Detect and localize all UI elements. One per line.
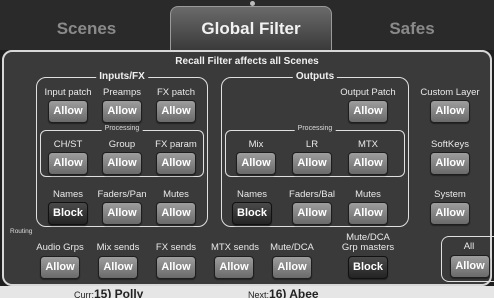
faders-pan-label: Faders/Pan (97, 189, 147, 200)
audio-grps-label: Audio Grps (36, 242, 84, 253)
preamps-label: Preamps (102, 87, 141, 98)
outputs-processing-title: Processing (294, 125, 336, 132)
tab-global-filter[interactable]: Global Filter (170, 6, 332, 50)
inputs-processing-title: Processing (101, 125, 143, 132)
input-names-label: Names (52, 189, 84, 200)
active-tab-indicator (250, 1, 255, 6)
current-scene-prefix: Curr: (74, 290, 94, 298)
grp-masters-label-line2: Grp masters (341, 242, 395, 253)
all-allow-button[interactable]: Allow (450, 255, 490, 278)
ch-st-allow-button[interactable]: Allow (48, 152, 88, 175)
tab-safes[interactable]: Safes (334, 10, 490, 48)
mtx-sends-allow-button[interactable]: Allow (214, 256, 254, 279)
next-scene-prefix: Next: (248, 290, 270, 298)
lr-allow-button[interactable]: Allow (292, 152, 332, 175)
input-mutes-label: Mutes (163, 189, 189, 200)
fx-sends-allow-button[interactable]: Allow (156, 256, 196, 279)
output-patch-label: Output Patch (340, 87, 396, 98)
system-label: System (434, 189, 466, 200)
scene-status-bar: Curr:15) Polly Next:16) Abee (0, 286, 494, 298)
fx-param-label: FX param (155, 139, 197, 150)
fx-patch-label: FX patch (156, 87, 196, 98)
grp-masters-block-button[interactable]: Block (348, 256, 388, 279)
inputs-fx-title: Inputs/FX (96, 71, 148, 82)
custom-layer-label: Custom Layer (420, 87, 480, 98)
mute-dca-label: Mute/DCA (270, 242, 314, 253)
input-mutes-allow-button[interactable]: Allow (156, 202, 196, 225)
softkeys-label: SoftKeys (430, 139, 470, 150)
mute-dca-allow-button[interactable]: Allow (272, 256, 312, 279)
all-label: All (463, 241, 475, 252)
next-scene: Next:16) Abee (248, 287, 319, 298)
next-scene-value: 16) Abee (269, 287, 319, 298)
recall-filter-notice: Recall Filter affects all Scenes (175, 56, 319, 67)
audio-grps-allow-button[interactable]: Allow (40, 256, 80, 279)
output-mutes-label: Mutes (355, 189, 381, 200)
mix-allow-button[interactable]: Allow (236, 152, 276, 175)
routing-label: Routing (10, 228, 33, 235)
tab-scenes[interactable]: Scenes (4, 10, 169, 48)
mtx-label: MTX (357, 139, 379, 150)
ch-st-label: CH/ST (53, 139, 83, 150)
preamps-allow-button[interactable]: Allow (102, 100, 142, 123)
softkeys-allow-button[interactable]: Allow (430, 152, 470, 175)
lr-label: LR (305, 139, 319, 150)
fx-param-allow-button[interactable]: Allow (156, 152, 196, 175)
fx-sends-label: FX sends (155, 242, 197, 253)
mix-sends-label: Mix sends (96, 242, 140, 253)
input-patch-label: Input patch (44, 87, 92, 98)
fx-patch-allow-button[interactable]: Allow (156, 100, 196, 123)
output-names-label: Names (236, 189, 268, 200)
custom-layer-allow-button[interactable]: Allow (430, 100, 470, 123)
mtx-allow-button[interactable]: Allow (348, 152, 388, 175)
system-allow-button[interactable]: Allow (430, 202, 470, 225)
faders-bal-label: Faders/Bal (289, 189, 335, 200)
input-names-block-button[interactable]: Block (48, 202, 88, 225)
group-allow-button[interactable]: Allow (102, 152, 142, 175)
faders-pan-allow-button[interactable]: Allow (102, 202, 142, 225)
mtx-sends-label: MTX sends (210, 242, 260, 253)
faders-bal-allow-button[interactable]: Allow (292, 202, 332, 225)
mix-label: Mix (248, 139, 264, 150)
current-scene: Curr:15) Polly (74, 287, 143, 298)
input-patch-allow-button[interactable]: Allow (48, 100, 88, 123)
outputs-title: Outputs (292, 71, 338, 82)
mix-sends-allow-button[interactable]: Allow (98, 256, 138, 279)
output-mutes-allow-button[interactable]: Allow (348, 202, 388, 225)
current-scene-value: 15) Polly (94, 287, 144, 298)
output-patch-allow-button[interactable]: Allow (348, 100, 388, 123)
output-names-block-button[interactable]: Block (232, 202, 272, 225)
group-label: Group (108, 139, 136, 150)
